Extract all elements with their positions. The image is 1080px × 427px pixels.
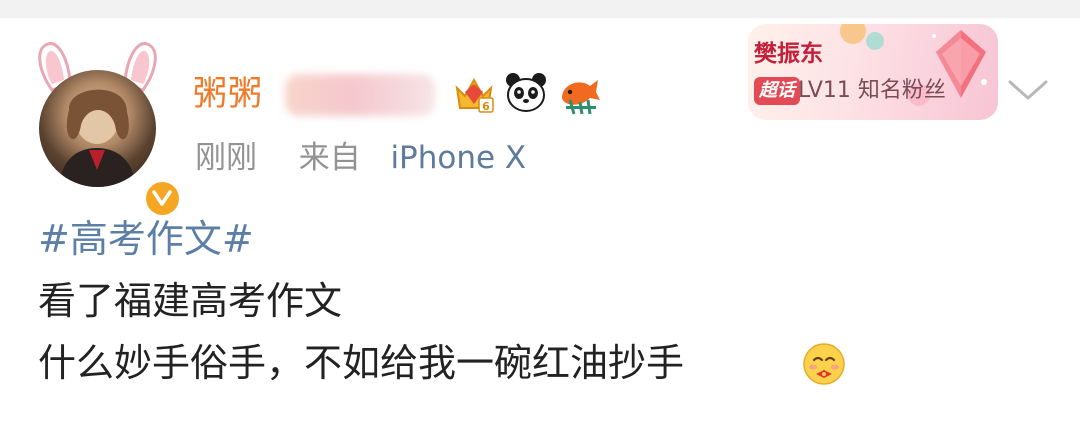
post-meta: 刚刚 来自 iPhone X [195, 138, 526, 178]
fan-card-tag: 超话 [754, 77, 800, 105]
yum-emoji-icon [803, 343, 845, 385]
post-text-line-2: 什么妙手俗手，不如给我一碗红油抄手 [38, 341, 685, 385]
fan-card[interactable]: 樊振东 超话 LV11 知名粉丝 [748, 24, 998, 120]
post-time: 刚刚 [195, 140, 257, 176]
crown-badge-icon[interactable]: 6 [451, 70, 497, 116]
decor-bubble [840, 24, 866, 44]
post-device[interactable]: iPhone X [390, 140, 526, 176]
top-divider-strip [0, 0, 1080, 18]
author-avatar-area[interactable] [30, 40, 182, 218]
panda-icon[interactable] [503, 70, 549, 116]
fan-card-level: LV11 知名粉丝 [798, 78, 946, 103]
koi-fish-icon[interactable] [556, 70, 602, 116]
avatar-portrait-icon [59, 89, 136, 187]
author-username[interactable]: 粥粥 [193, 72, 263, 116]
fan-card-name: 樊振东 [754, 41, 823, 67]
chevron-down-icon[interactable] [1006, 72, 1050, 108]
svg-text:6: 6 [482, 100, 490, 113]
post-text-line-1: 看了福建高考作文 [38, 279, 343, 323]
avatar[interactable] [39, 70, 156, 187]
blurred-username-region [285, 74, 435, 116]
post-hashtag-link[interactable]: #高考作文# [38, 214, 254, 264]
post-source-prefix: 来自 [298, 140, 361, 176]
decor-bubble [866, 32, 884, 50]
verified-badge-icon [142, 178, 182, 218]
